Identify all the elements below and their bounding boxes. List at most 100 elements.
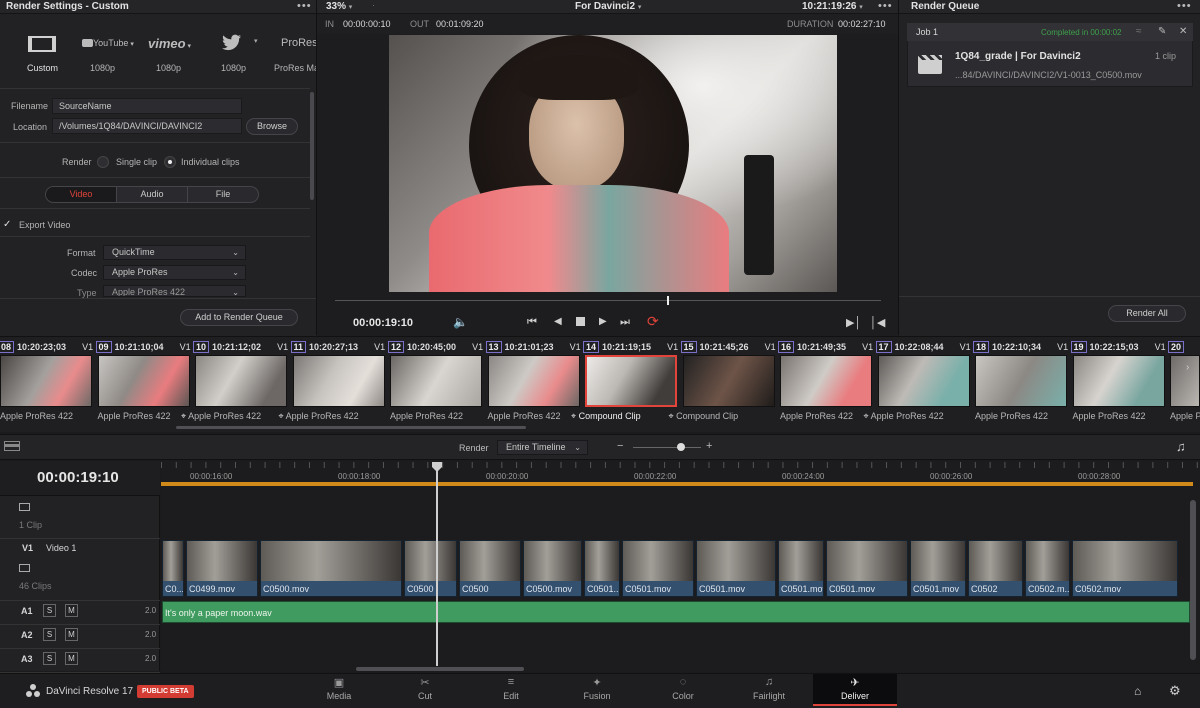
timeline-video-clip[interactable]: C0...	[162, 540, 184, 597]
tab-color[interactable]: ◌ Color	[648, 676, 718, 701]
chevron-right-icon[interactable]: ›	[1186, 362, 1189, 373]
clip-thumbnail[interactable]	[1072, 355, 1165, 407]
render-range-dropdown[interactable]: Entire Timeline ⌄	[497, 440, 588, 455]
timeline-video-clip[interactable]: C0501.mov	[826, 540, 908, 597]
clip-header[interactable]: 13 10:21:01;23 V1	[485, 340, 581, 354]
tab-edit[interactable]: ≡ Edit	[476, 676, 546, 701]
clip-thumbnail[interactable]	[390, 355, 482, 407]
tab-cut[interactable]: ✂ Cut	[390, 676, 460, 701]
tab-fairlight[interactable]: ♫ Fairlight	[734, 676, 804, 701]
in-timecode[interactable]: 00:00:00:10	[343, 19, 391, 29]
clip-thumbnail[interactable]	[975, 355, 1067, 407]
timeline-current-timecode[interactable]: 00:00:19:10	[37, 469, 119, 486]
settings-scrollbar[interactable]	[310, 92, 314, 200]
timeline-video-clip[interactable]: C0501....	[584, 540, 620, 597]
timeline-view-icon[interactable]	[4, 441, 20, 451]
prores-icon[interactable]: ProRes	[281, 37, 316, 49]
gear-icon[interactable]: ⚙	[1169, 683, 1181, 699]
timeline-video-clip[interactable]: C0500.mov	[523, 540, 582, 597]
clip-thumbnail[interactable]	[682, 355, 775, 407]
preset-label-vimeo[interactable]: 1080p	[156, 63, 181, 73]
viewer-options-icon[interactable]: •••	[878, 1, 893, 12]
browse-button[interactable]: Browse	[246, 118, 298, 135]
codec-dropdown[interactable]: Apple ProRes ⌄	[103, 265, 246, 280]
audio-clip[interactable]: It's only a paper moon.wav	[162, 601, 1190, 623]
clip-header[interactable]: 16 10:21:49;35 V1	[778, 340, 873, 354]
type-dropdown[interactable]: Apple ProRes 422 ⌄	[103, 285, 246, 297]
zoom-slider-track[interactable]	[633, 447, 701, 448]
home-icon[interactable]: ⌂	[1134, 684, 1141, 698]
clip-thumbnail[interactable]	[585, 355, 677, 407]
single-clip-radio[interactable]	[97, 156, 109, 168]
solo-button[interactable]: S	[43, 652, 56, 665]
timeline-video-clip[interactable]: C0499.mov	[186, 540, 258, 597]
clips-scrollbar[interactable]	[176, 426, 526, 429]
format-dropdown[interactable]: QuickTime ⌄	[103, 245, 246, 260]
location-input[interactable]: /Volumes/1Q84/DAVINCI/DAVINCI2	[52, 118, 242, 134]
close-icon[interactable]: ✕	[1179, 26, 1187, 37]
viewer-playhead[interactable]	[667, 296, 669, 305]
viewer-current-timecode[interactable]: 00:00:19:10	[353, 317, 413, 329]
clip-thumbnail[interactable]	[292, 355, 385, 407]
timeline-video-clip[interactable]: C0501.mov	[778, 540, 824, 597]
music-note-icon[interactable]: ♫	[1176, 439, 1186, 454]
tab-file[interactable]: File	[188, 187, 258, 202]
speaker-icon[interactable]: 🔈	[453, 315, 468, 329]
track-v2-icon[interactable]	[19, 503, 30, 511]
clip-header[interactable]: 11 10:20:27;13 V1	[290, 340, 385, 354]
timeline-ruler[interactable]	[161, 462, 1200, 482]
timeline-playhead[interactable]	[436, 470, 438, 666]
solo-button[interactable]: S	[43, 628, 56, 641]
loop-icon[interactable]: ⟳	[647, 313, 659, 330]
preset-label-youtube[interactable]: 1080p	[90, 63, 115, 73]
prev-clip-icon[interactable]: │◀	[870, 316, 885, 329]
clip-header[interactable]: 12 10:20:45;00 V1	[388, 340, 483, 354]
solo-button[interactable]: S	[43, 604, 56, 617]
clip-thumbnail[interactable]	[0, 355, 92, 407]
clip-header[interactable]: 15 10:21:45;26 V1	[680, 340, 776, 354]
play-icon[interactable]: ▶	[599, 316, 607, 327]
tab-audio[interactable]: Audio	[116, 187, 188, 202]
mute-button[interactable]: M	[65, 652, 78, 665]
clip-header[interactable]: 10 10:21:12;02 V1	[193, 340, 288, 354]
vimeo-icon[interactable]: vimeo ▾	[148, 36, 191, 51]
timeline-video-clip[interactable]: C0502	[968, 540, 1023, 597]
timeline-video-clip[interactable]: C0501.mov	[910, 540, 966, 597]
stop-icon[interactable]	[576, 317, 585, 326]
tab-video[interactable]: Video	[46, 187, 116, 202]
clip-header[interactable]: 14 10:21:19;15 V1	[583, 340, 678, 354]
individual-clips-radio[interactable]	[164, 156, 176, 168]
timeline-video-clip[interactable]: C0500	[404, 540, 457, 597]
preset-label-prores[interactable]: ProRes Mas	[274, 63, 316, 73]
next-clip-icon[interactable]: ▶│	[846, 316, 861, 329]
timeline-video-clip[interactable]: C0501.mov	[622, 540, 694, 597]
add-to-render-queue-button[interactable]: Add to Render Queue	[180, 309, 298, 326]
jump-to-start-icon[interactable]: ⏮	[527, 316, 537, 329]
edit-pencil-icon[interactable]: ✎	[1158, 26, 1166, 37]
track-v1-icon[interactable]	[19, 564, 30, 572]
zoom-in-icon[interactable]: +	[706, 440, 712, 452]
clip-header[interactable]: 20	[1168, 340, 1200, 354]
preset-label-custom[interactable]: Custom	[27, 63, 58, 73]
timeline-video-clip[interactable]: C0501.mov	[696, 540, 776, 597]
timeline-video-clip[interactable]: C0500	[459, 540, 521, 597]
timeline-video-clip[interactable]: C0502.mov	[1072, 540, 1178, 597]
jump-to-end-icon[interactable]: ⏭	[620, 316, 630, 329]
zoom-slider-handle[interactable]	[677, 443, 685, 451]
render-all-button[interactable]: Render All	[1108, 305, 1186, 322]
video-frame[interactable]	[389, 35, 837, 292]
tab-fusion[interactable]: ✦ Fusion	[562, 676, 632, 701]
clip-thumbnail[interactable]	[195, 355, 287, 407]
preset-label-twitter[interactable]: 1080p	[221, 63, 246, 73]
viewer-scrubber-track[interactable]	[335, 300, 881, 301]
timeline-horizontal-scrollbar[interactable]	[356, 667, 524, 671]
out-timecode[interactable]: 00:01:09:20	[436, 19, 484, 29]
clip-thumbnail[interactable]	[877, 355, 970, 407]
single-clip-label[interactable]: Single clip	[116, 157, 157, 167]
mute-button[interactable]: M	[65, 604, 78, 617]
twitter-icon[interactable]	[222, 34, 242, 55]
clip-thumbnail[interactable]	[97, 355, 190, 407]
tab-media[interactable]: ▣ Media	[304, 676, 374, 701]
zoom-out-icon[interactable]: −	[617, 440, 623, 452]
render-queue-options-icon[interactable]: •••	[1177, 1, 1192, 12]
